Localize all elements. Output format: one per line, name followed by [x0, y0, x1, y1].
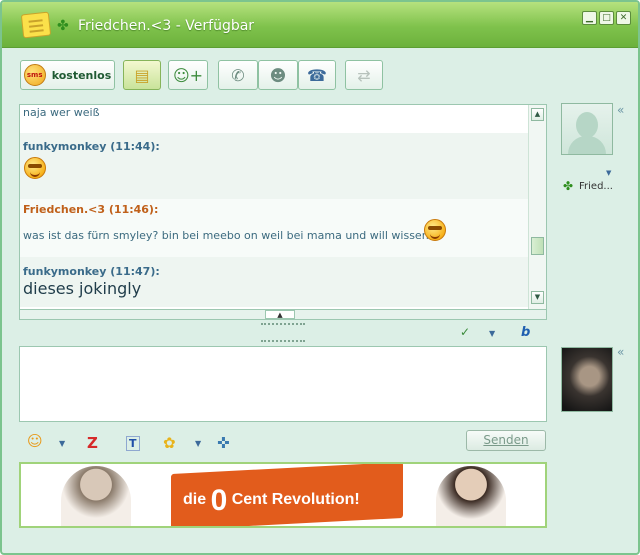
emoticon-icon [424, 219, 446, 241]
webcam-button[interactable]: ☻ [258, 60, 298, 90]
scroll-up-icon[interactable]: ▲ [531, 108, 544, 121]
status-clover-icon: ✤ [57, 18, 69, 34]
font-icon[interactable]: T [126, 436, 140, 451]
minimize-button[interactable]: ▁ [582, 11, 597, 25]
avatar-placeholder-icon [576, 112, 598, 138]
scroll-down-icon[interactable]: ▼ [531, 291, 544, 304]
wink-icon[interactable]: ✿ [163, 434, 176, 452]
chat-message: Friedchen.<3 (11:46): was ist das fürn s… [20, 199, 528, 257]
ad-headline: die 0 Cent Revolution! [183, 484, 360, 518]
maximize-button[interactable]: □ [599, 11, 614, 25]
add-contact-icon: ☺+ [172, 65, 204, 85]
chat-message: funkymonkey (11:47): dieses jokingly [20, 257, 528, 307]
chat-window: ✤ Friedchen.<3 - Verfügbar ▁ □ ✕ sms kos… [0, 0, 640, 555]
fax-icon: ☎ [307, 65, 327, 85]
notes-button[interactable]: ▤ [123, 60, 161, 90]
spellcheck-icon[interactable]: ✓ [460, 325, 470, 339]
add-contact-button[interactable]: ☺+ [168, 60, 208, 90]
fax-button[interactable]: ☎ [298, 60, 336, 90]
contact-avatar[interactable] [561, 103, 613, 155]
emoticon-icon [24, 157, 46, 179]
chat-message: funkymonkey (11:44): [20, 133, 528, 199]
chat-message: naja wer weiß [20, 105, 528, 131]
collapse-panel-icon[interactable]: « [617, 345, 624, 359]
toolbar: sms kostenlos ▤ ☺+ ✆ ☻ ☎ ⇄ [2, 60, 638, 94]
message-header: funkymonkey (11:44): [23, 140, 160, 153]
my-avatar[interactable] [561, 347, 613, 412]
sms-label: kostenlos [51, 68, 112, 82]
message-header: funkymonkey (11:47): [23, 265, 160, 278]
chevron-down-icon[interactable]: ▼ [606, 169, 611, 177]
avatar-placeholder-body [568, 136, 606, 154]
close-button[interactable]: ✕ [616, 11, 631, 25]
chevron-down-icon[interactable]: ▼ [489, 329, 495, 338]
ad-text-zero: 0 [210, 484, 228, 517]
ad-banner[interactable]: die 0 Cent Revolution! [19, 462, 547, 528]
title-bar: ✤ Friedchen.<3 - Verfügbar ▁ □ ✕ [2, 2, 638, 48]
chat-scrollbar[interactable]: ▲ ▼ [528, 105, 546, 319]
message-time: (11:47): [110, 265, 160, 278]
message-author: funkymonkey [23, 265, 107, 278]
phone-icon: ✆ [231, 65, 245, 85]
chat-history[interactable]: naja wer weiß funkymonkey (11:44): Fried… [19, 104, 547, 320]
sms-icon: sms [23, 64, 46, 86]
message-time: (11:46): [108, 203, 159, 216]
message-text: naja wer weiß [23, 106, 100, 119]
send-button[interactable]: Senden [466, 430, 546, 451]
message-author: funkymonkey [23, 140, 107, 153]
scroll-thumb[interactable] [531, 237, 544, 255]
status-clover-icon: ✤ [563, 179, 574, 193]
splitter-bar[interactable]: ▲ [19, 309, 547, 320]
contact-name[interactable]: Fried... [579, 181, 613, 192]
chevron-up-icon[interactable]: ▲ [265, 310, 295, 319]
ad-text-pre: die [183, 491, 207, 508]
chevron-down-icon[interactable]: ▼ [59, 439, 65, 448]
bing-icon[interactable]: b [521, 325, 530, 340]
message-header: Friedchen.<3 (11:46): [23, 203, 158, 216]
message-time: (11:44): [110, 140, 160, 153]
collapse-panel-icon[interactable]: « [617, 103, 624, 117]
file-transfer-button[interactable]: ⇄ [345, 60, 383, 90]
splitter-grip[interactable] [261, 340, 305, 342]
transfer-icon: ⇄ [357, 65, 371, 85]
webcam-icon: ☻ [269, 65, 287, 85]
notes-icon: ▤ [134, 65, 150, 85]
ad-text-post: Cent Revolution! [231, 491, 360, 508]
message-input[interactable] [19, 346, 547, 422]
window-title: Friedchen.<3 - Verfügbar [78, 18, 255, 34]
ad-person-right [436, 466, 506, 526]
message-author: Friedchen.<3 [23, 203, 106, 216]
message-text: was ist das fürn smyley? bin bei meebo o… [23, 229, 429, 242]
splitter-grip[interactable] [261, 323, 305, 325]
format-toolbar: ☺ ▼ Z T ✿ ▼ ✜ Senden [19, 430, 547, 458]
message-text: dieses jokingly [23, 279, 142, 298]
ad-person-left [61, 466, 131, 526]
buzz-icon[interactable]: Z [87, 434, 98, 452]
game-icon[interactable]: ✜ [217, 434, 230, 452]
call-button[interactable]: ✆ [218, 60, 258, 90]
chevron-down-icon[interactable]: ▼ [195, 439, 201, 448]
emoticon-icon[interactable]: ☺ [27, 432, 43, 450]
sms-button[interactable]: sms kostenlos [20, 60, 115, 90]
notes-icon [20, 11, 52, 39]
